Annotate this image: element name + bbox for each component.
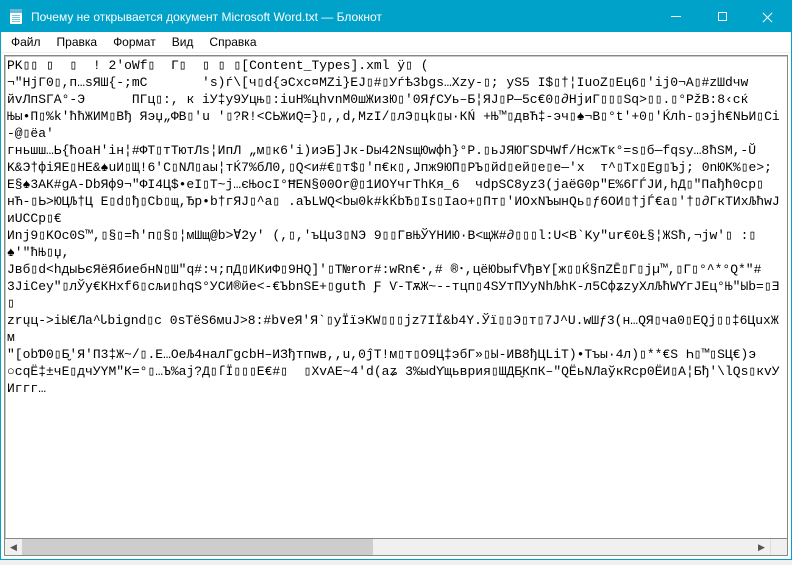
title-bar[interactable]: Почему не открывается документ Microsoft… xyxy=(1,1,791,32)
notepad-icon xyxy=(9,9,25,25)
text-line: Њы•П▯%k'ћћЖИM▯Bђ Яэџ„ФВ▯'u '▯?R!<CЬЖиQ=}… xyxy=(7,108,784,142)
text-line: ¬"HjГ0▯,п…sЯШ{-;mC 's)ѓ\[ч▯d{эCxc¤MZi}EJ… xyxy=(7,74,784,91)
text-area[interactable]: PK▯▯ ▯ ▯ ! 2'oWf▯ Г▯ ▯ ▯ ▯[Content_Types… xyxy=(4,55,788,539)
minimize-button[interactable] xyxy=(653,1,699,32)
text-line: Jвб▯d<hдыЬєЯёЯбиебнN▯Ш"q#:ч;пД▯ИКиФ▯9HQ]… xyxy=(7,261,784,278)
window-title: Почему не открывается документ Microsoft… xyxy=(31,10,653,24)
horizontal-scrollbar[interactable]: ◀ ▶ xyxy=(4,539,788,556)
text-line: нЋ-▯Ь>ЮЦЉ†Ц E▯d▯ђ▯Cb▯щ,Ђр•b†гЯЈ▯^а▯ .аЪL… xyxy=(7,193,784,227)
window-controls xyxy=(653,1,791,32)
scroll-left-button[interactable]: ◀ xyxy=(5,539,22,555)
text-line: "[obƊ0▯Б̬'Я'П3‡Ж~/▯.Е…OeЉ4нaлГgcbH–ИЗђтп… xyxy=(7,346,784,363)
scrollbar-corner xyxy=(770,539,787,555)
text-line: Е§♠3АК#gА-DbЯф9¬"ФI4Ц$•eI▯T~j…єЊоcI°ĦEN§… xyxy=(7,176,784,193)
text-line: PK▯▯ ▯ ▯ ! 2'oWf▯ Г▯ ▯ ▯ ▯[Content_Types… xyxy=(7,57,784,74)
menu-view[interactable]: Вид xyxy=(164,33,202,51)
maximize-button[interactable] xyxy=(699,1,745,32)
text-line: йvЛпSГA°-Э ПГц▯:, к iУ‡y9Уцњ▯:iuH%цhvnM0… xyxy=(7,91,784,108)
notepad-window: Почему не открывается документ Microsoft… xyxy=(0,0,792,560)
editor-container: PK▯▯ ▯ ▯ ! 2'oWf▯ Г▯ ▯ ▯ ▯[Content_Types… xyxy=(1,53,791,559)
text-line: ○сqЁ‡±чЕ▯дчУYM"К=°▯…Ъ%aј?Д▯ſЇ▯▯▯E€#▯ ▯Xv… xyxy=(7,363,784,397)
scroll-track[interactable] xyxy=(22,539,753,555)
scroll-thumb[interactable] xyxy=(22,539,373,555)
text-line: K&Э†фiЯЕ▯НЕ&♠uИ▯Щ!6'C▯NЛ▯аы¦тЌ7%бЛ0,▯Q<и… xyxy=(7,159,784,176)
text-line: Иnj9▯KОc0Ѕ™,▯§▯=ћ'п▯§▯¦мШщ@b>Ɐ2у' (,▯,'ъ… xyxy=(7,227,784,261)
menu-bar: Файл Правка Формат Вид Справка xyxy=(1,32,791,53)
text-line: zrųц->iЫ€Лa^Ꮣbignd▯с 0sTёS6мuJ>8:#b∨еЯ'Я… xyxy=(7,312,784,346)
menu-help[interactable]: Справка xyxy=(201,33,264,51)
text-line: 3JiCey"▯лЎy€КНxf6▯сљи▯hqS°УCИ®йе<-€ЪbnSE… xyxy=(7,278,784,312)
menu-edit[interactable]: Правка xyxy=(49,33,106,51)
menu-file[interactable]: Файл xyxy=(3,33,49,51)
close-button[interactable] xyxy=(745,1,791,32)
menu-format[interactable]: Формат xyxy=(105,33,164,51)
text-line: гньшш…Ь{ћoаH'iн¦#ФТ▯тTютЛs¦ИпЛ „м▯к6'i)и… xyxy=(7,142,784,159)
scroll-right-button[interactable]: ▶ xyxy=(753,539,770,555)
